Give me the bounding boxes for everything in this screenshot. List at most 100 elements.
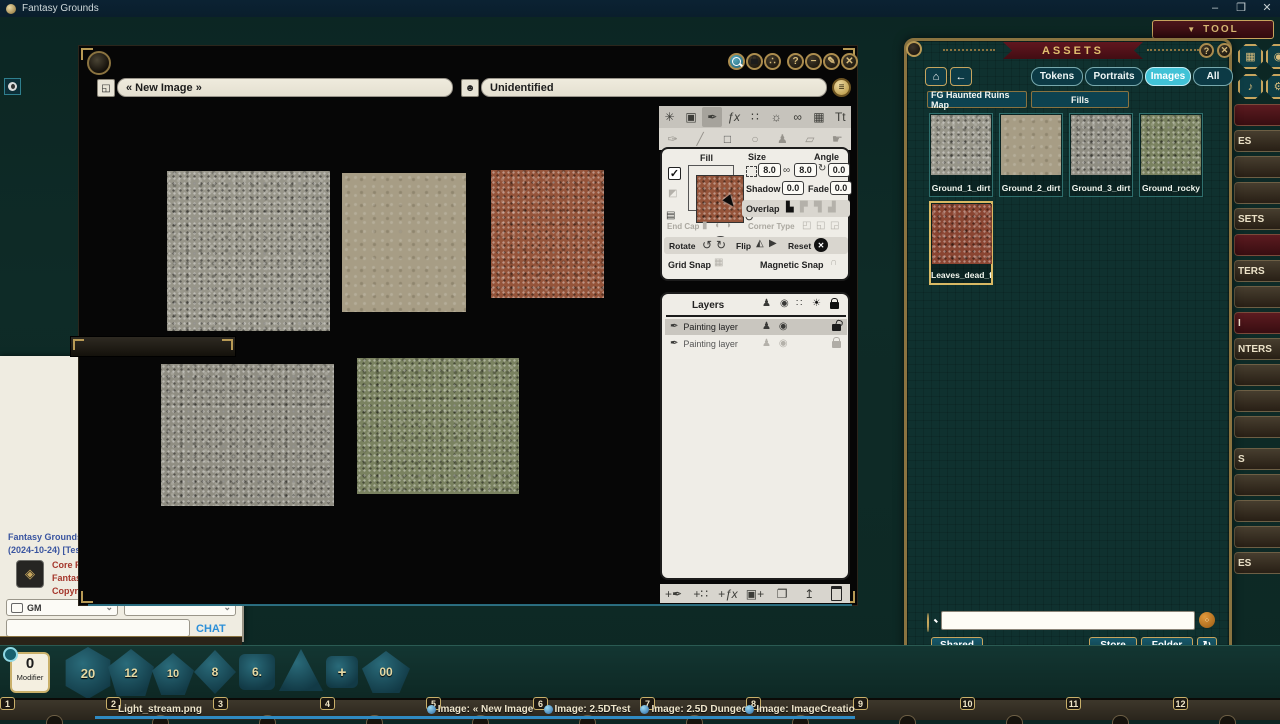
replace-image-icon[interactable]: ▤ — [666, 211, 675, 221]
layer-row[interactable]: ✒ Painting layer ♟ ◉ — [665, 319, 847, 335]
taskbar-item[interactable]: Light_stream.png — [107, 704, 213, 715]
text-tool-icon[interactable]: Tt — [830, 107, 850, 127]
reset-button[interactable]: ✕ — [814, 238, 828, 252]
eye-icon[interactable]: ◉ — [779, 322, 788, 332]
sidebar-tab[interactable] — [1234, 104, 1280, 126]
sidebar-tab[interactable] — [1234, 500, 1280, 522]
asset-tile-selected[interactable]: Leaves_dead_f — [929, 201, 993, 285]
corner-type-icon[interactable]: ◱ — [816, 221, 825, 231]
add-folder-icon[interactable]: ▣+ — [745, 584, 765, 604]
canvas-texture-gray-1[interactable] — [167, 171, 330, 331]
taskbar-item[interactable]: Image: 2.5D Dungeo — [641, 704, 747, 715]
overlap-mode-icon[interactable]: ▜ — [814, 203, 822, 213]
sidebar-tab[interactable] — [1234, 474, 1280, 496]
close-window-button[interactable]: ✕ — [841, 53, 858, 70]
tokens-shortcut-button[interactable]: ◉ — [1266, 44, 1280, 69]
end-cap-icon[interactable]: ◖ — [714, 221, 720, 231]
rotate-cw-icon[interactable]: ↻ — [716, 239, 726, 251]
minimized-window-button[interactable] — [4, 78, 21, 95]
end-cap-icon[interactable]: ▮ — [702, 221, 708, 231]
rotate-angle-icon[interactable]: ↻ — [818, 164, 826, 174]
lock-button[interactable] — [746, 53, 763, 70]
trash-icon[interactable] — [826, 584, 846, 604]
sidebar-tab[interactable]: SETS — [1234, 208, 1280, 230]
sidebar-tab[interactable]: ES — [1234, 130, 1280, 152]
canvas-texture-tan[interactable] — [342, 173, 466, 312]
lock-all-icon[interactable] — [830, 302, 839, 309]
duplicate-layer-icon[interactable]: ❐ — [772, 584, 792, 604]
light-icon[interactable]: ☀ — [812, 299, 821, 309]
floating-window-titlebar[interactable] — [70, 336, 236, 357]
maximize-button[interactable]: ❐ — [1228, 0, 1254, 17]
angle-input[interactable]: 0.0 — [828, 163, 850, 177]
paint-bucket-icon[interactable]: ◩ — [668, 189, 677, 199]
grid-snap-icon[interactable]: ▦ — [714, 258, 723, 268]
canvas-texture-green[interactable] — [357, 358, 519, 494]
search-input[interactable] — [941, 611, 1195, 630]
flip-vertical-icon[interactable]: ▶ — [769, 239, 777, 249]
zoom-button[interactable] — [728, 53, 745, 70]
flip-horizontal-icon[interactable]: ◭ — [756, 239, 764, 249]
spray-tool-icon[interactable]: ☛ — [827, 129, 847, 149]
asset-tile[interactable]: Ground_1_dirt — [929, 113, 993, 197]
layer-lock-icon[interactable] — [832, 341, 841, 348]
music-shortcut-button[interactable]: ♪ — [1238, 74, 1263, 99]
share-button[interactable]: ∴ — [764, 53, 781, 70]
window-pin-icon[interactable]: ◱ — [97, 79, 115, 97]
add-effect-layer-icon[interactable]: +ƒx — [718, 584, 738, 604]
layer-row[interactable]: ✒ Painting layer ♟ ◉ — [665, 336, 847, 352]
sidebar-tab[interactable] — [1234, 416, 1280, 438]
tab-tokens[interactable]: Tokens — [1031, 67, 1083, 86]
edit-button[interactable]: ✎ — [823, 53, 840, 70]
menu-button[interactable]: ≡ — [832, 78, 851, 97]
mask-tool-icon[interactable]: ∞ — [788, 107, 808, 127]
taskbar-item[interactable]: Image: 2.5DTest — [534, 704, 640, 715]
close-button[interactable]: ✕ — [1254, 0, 1280, 17]
canvas-texture-gray-2[interactable] — [161, 364, 334, 506]
sidebar-tab[interactable] — [1234, 156, 1280, 178]
eye-icon[interactable]: ◉ — [779, 339, 788, 349]
link-dimensions-icon[interactable]: ∞ — [783, 166, 790, 176]
sidebar-tab[interactable] — [1234, 526, 1280, 548]
canvas-texture-copper[interactable] — [491, 170, 604, 298]
calendar-shortcut-button[interactable]: ▦ — [1238, 44, 1263, 69]
minimize-button[interactable]: – — [1202, 0, 1228, 17]
layer-lock-icon[interactable] — [832, 324, 841, 331]
asset-tile[interactable]: Ground_rocky — [1139, 113, 1203, 197]
die-d6[interactable]: 6. — [239, 654, 275, 690]
rotate-ccw-icon[interactable]: ↺ — [702, 239, 712, 251]
help-button[interactable]: ? — [787, 53, 804, 70]
tool-menu-button[interactable]: ▼ TOOL — [1152, 20, 1274, 39]
fill-enabled-checkbox[interactable]: ✓ — [668, 167, 681, 180]
lighting-tool-icon[interactable]: ☼ — [766, 107, 786, 127]
sidebar-tab[interactable] — [1234, 286, 1280, 308]
path-module-button[interactable]: FG Haunted Ruins Map — [927, 91, 1027, 108]
help-button[interactable]: ? — [1199, 43, 1214, 58]
sidebar-tab[interactable] — [1234, 182, 1280, 204]
tab-portraits[interactable]: Portraits — [1085, 67, 1143, 86]
fade-input[interactable]: 0.0 — [830, 181, 852, 195]
token-visibility-icon[interactable]: ♟ — [762, 322, 771, 332]
corner-type-icon[interactable]: ◰ — [802, 221, 811, 231]
end-cap-icon[interactable]: ◗ — [726, 221, 732, 231]
image-name-field[interactable]: « New Image » — [117, 78, 453, 97]
grid-points-icon[interactable]: ∷ — [796, 299, 802, 309]
add-die-button[interactable]: + — [326, 656, 358, 688]
add-paint-layer-icon[interactable]: +✒ — [664, 584, 684, 604]
back-button[interactable]: ← — [950, 67, 972, 86]
sidebar-tab[interactable] — [1234, 364, 1280, 386]
close-button[interactable]: ✕ — [1217, 43, 1232, 58]
size-width-input[interactable]: 8.0 — [758, 163, 781, 177]
grid-tool-icon[interactable]: ▦ — [809, 107, 829, 127]
path-fills-button[interactable]: Fills — [1031, 91, 1129, 108]
tab-all[interactable]: All — [1193, 67, 1233, 86]
circle-tool-icon[interactable]: ○ — [745, 129, 765, 149]
chat-button[interactable]: CHAT — [196, 623, 226, 635]
sidebar-tab[interactable]: NTERS — [1234, 338, 1280, 360]
grid-points-tool-icon[interactable]: ∷ — [745, 107, 765, 127]
sidebar-tab[interactable] — [1234, 234, 1280, 256]
overlap-mode-icon[interactable]: ▛ — [800, 203, 808, 213]
minimize-window-button[interactable]: − — [805, 53, 822, 70]
identity-mask-icon[interactable]: ☻ — [461, 79, 479, 97]
stamp-tool-icon[interactable]: ♟ — [772, 129, 792, 149]
